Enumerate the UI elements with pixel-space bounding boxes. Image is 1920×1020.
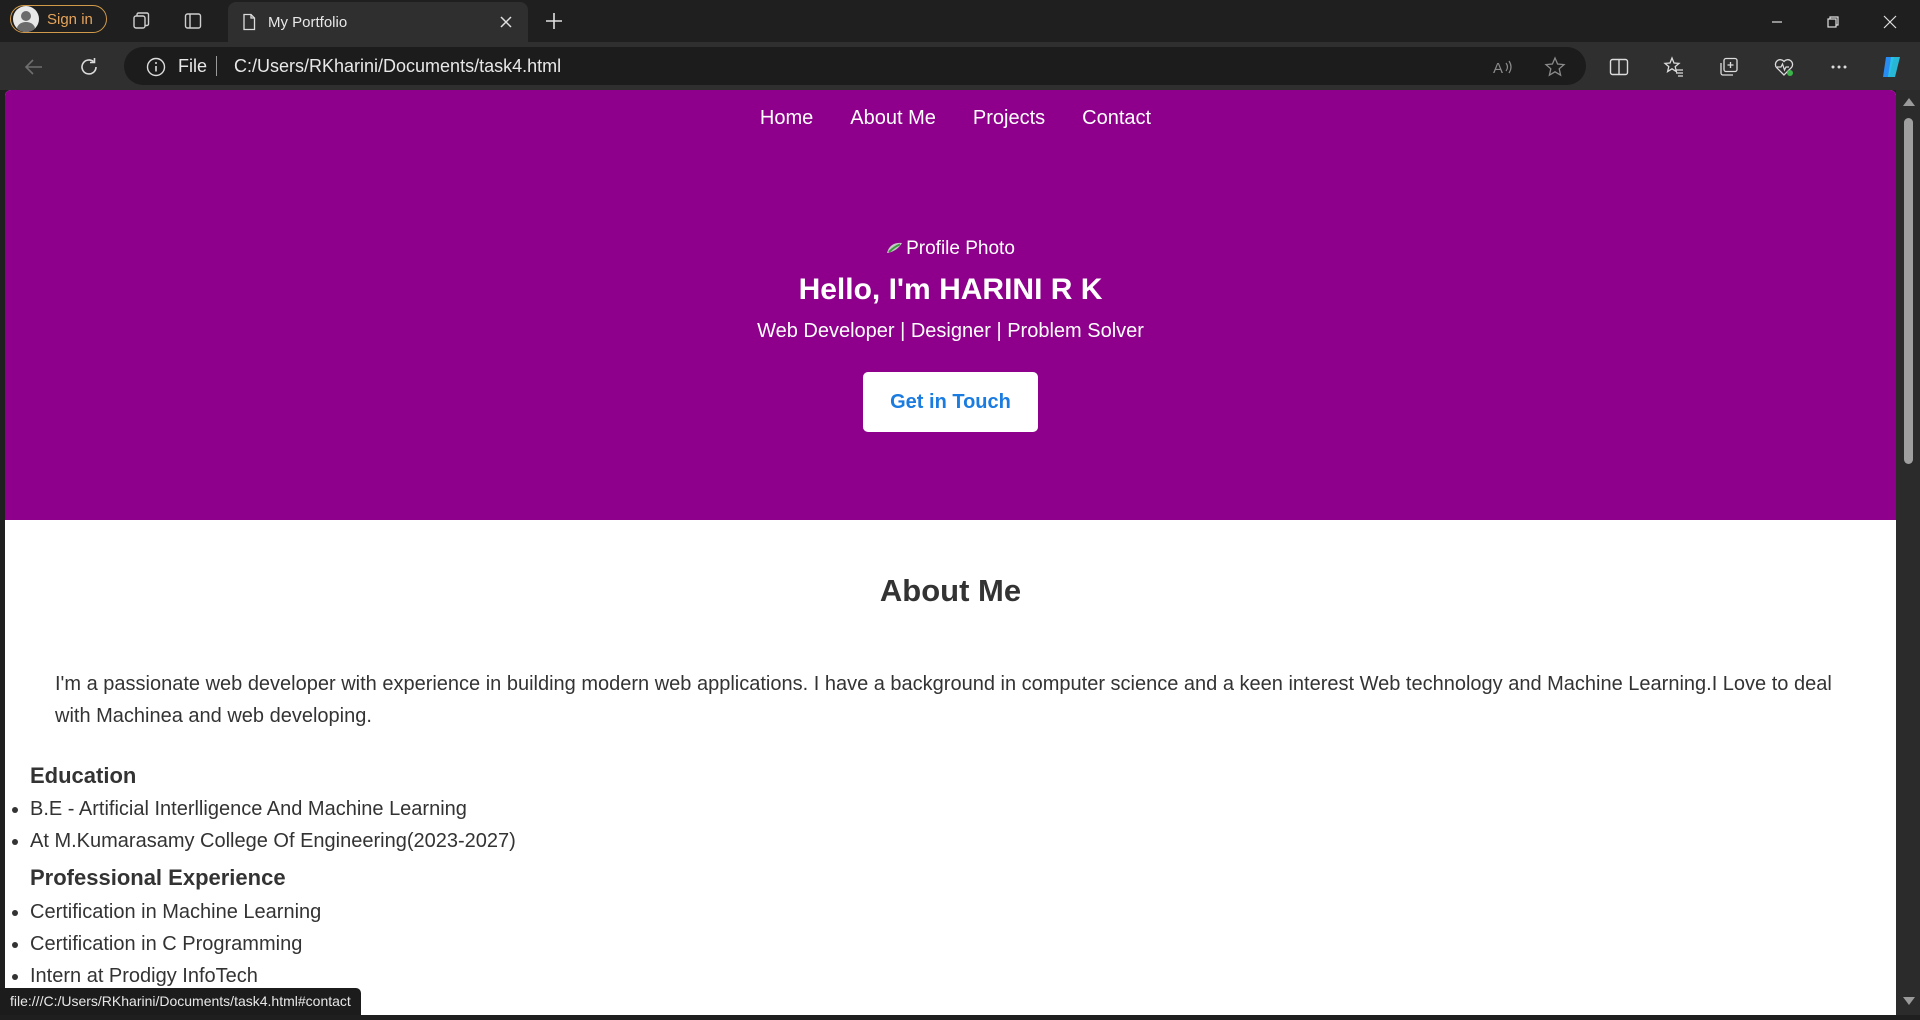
favorite-star-icon[interactable] <box>1544 56 1566 78</box>
scroll-thumb[interactable] <box>1904 118 1913 464</box>
address-url[interactable]: C:/Users/RKharini/Documents/task4.html <box>234 56 561 77</box>
refresh-icon[interactable] <box>76 54 102 80</box>
read-aloud-icon[interactable]: A <box>1492 56 1514 78</box>
page-viewport: Home About Me Projects Contact Profile P… <box>5 90 1896 1015</box>
address-bar[interactable]: File C:/Users/RKharini/Documents/task4.h… <box>124 47 1586 85</box>
copilot-icon[interactable] <box>1879 54 1905 80</box>
favorites-icon[interactable] <box>1661 54 1687 80</box>
browser-toolbar: File C:/Users/RKharini/Documents/task4.h… <box>0 42 1920 90</box>
hero-heading: Hello, I'm HARINI R K <box>798 273 1103 306</box>
tab-title: My Portfolio <box>268 13 348 31</box>
scroll-up-arrow-icon[interactable] <box>1903 98 1915 106</box>
title-bar: Sign in My Portfolio <box>0 0 1920 42</box>
hero-section: Home About Me Projects Contact Profile P… <box>5 90 1896 520</box>
get-in-touch-button[interactable]: Get in Touch <box>863 372 1038 432</box>
address-separator <box>216 56 217 76</box>
page-icon <box>240 13 258 31</box>
scroll-down-arrow-icon[interactable] <box>1903 997 1915 1005</box>
about-text: I'm a passionate web developer with expe… <box>55 673 1832 727</box>
experience-list: Certification in Machine Learning Certif… <box>30 896 321 992</box>
restore-icon[interactable] <box>1819 8 1847 36</box>
more-options-icon[interactable] <box>1826 54 1852 80</box>
close-window-icon[interactable] <box>1876 8 1904 36</box>
address-scheme-label: File <box>178 56 208 76</box>
tab-actions-icon[interactable] <box>181 9 205 33</box>
workspaces-icon[interactable] <box>129 9 153 33</box>
broken-image-icon <box>886 240 904 256</box>
vertical-scrollbar[interactable] <box>1896 90 1920 1015</box>
sign-in-label: Sign in <box>47 10 93 28</box>
education-heading: Education <box>30 763 137 788</box>
list-item: B.E - Artificial Interlligence And Machi… <box>30 793 516 825</box>
split-screen-icon[interactable] <box>1606 54 1632 80</box>
nav-about-me[interactable]: About Me <box>850 107 936 130</box>
new-tab-icon[interactable] <box>542 9 566 33</box>
list-item: Certification in Machine Learning <box>30 896 321 928</box>
profile-photo: Profile Photo <box>5 238 1896 260</box>
nav-contact[interactable]: Contact <box>1082 107 1151 130</box>
tab-my-portfolio[interactable]: My Portfolio <box>228 2 528 42</box>
close-tab-icon[interactable] <box>496 12 516 32</box>
profile-avatar-icon <box>13 6 39 32</box>
site-nav: Home About Me Projects Contact <box>5 107 1896 130</box>
nav-projects[interactable]: Projects <box>973 107 1045 130</box>
collections-icon[interactable] <box>1716 54 1742 80</box>
education-list: B.E - Artificial Interlligence And Machi… <box>30 793 516 857</box>
list-item: Certification in C Programming <box>30 928 321 960</box>
back-icon[interactable] <box>21 54 47 80</box>
svg-text:A: A <box>1493 60 1503 77</box>
site-info-icon[interactable] <box>146 57 166 77</box>
nav-home[interactable]: Home <box>760 107 813 130</box>
list-item: At M.Kumarasamy College Of Engineering(2… <box>30 825 516 857</box>
minimize-icon[interactable] <box>1763 8 1791 36</box>
status-bar-url: file:///C:/Users/RKharini/Documents/task… <box>0 988 361 1015</box>
hero-tagline: Web Developer | Designer | Problem Solve… <box>757 320 1144 342</box>
experience-heading: Professional Experience <box>30 865 286 890</box>
sign-in-button[interactable]: Sign in <box>10 5 107 33</box>
about-title: About Me <box>879 573 1022 608</box>
browser-essentials-icon[interactable] <box>1771 54 1797 80</box>
profile-photo-alt: Profile Photo <box>906 238 1015 259</box>
